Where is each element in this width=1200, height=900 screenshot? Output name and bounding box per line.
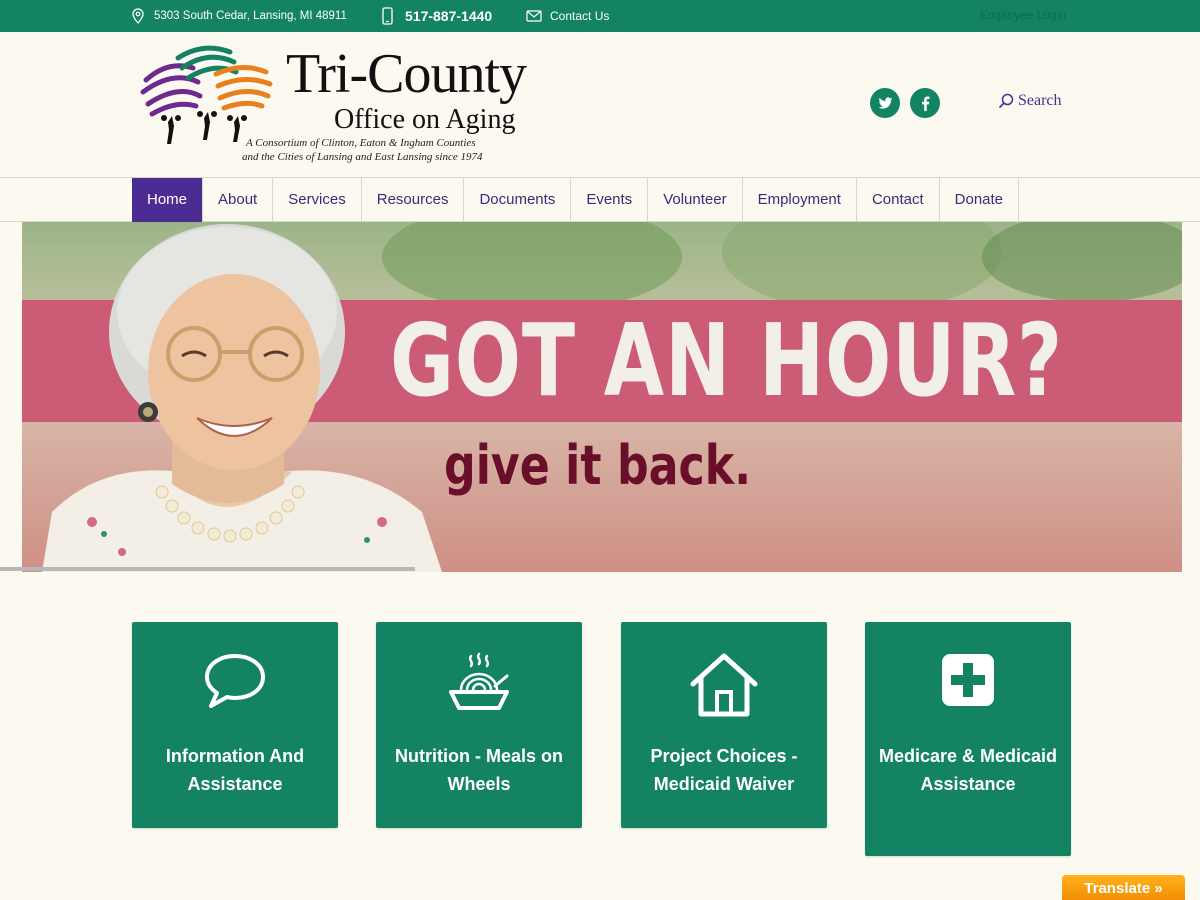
- nav-item-events[interactable]: Events: [571, 178, 649, 222]
- map-pin-icon: [132, 8, 144, 24]
- main-nav: Home About Services Resources Documents …: [0, 177, 1200, 222]
- house-icon: [690, 653, 758, 717]
- employee-login-link[interactable]: Employee Login: [980, 0, 1066, 32]
- twitter-button[interactable]: [870, 88, 900, 118]
- mobile-phone-icon: [382, 7, 393, 25]
- twitter-icon: [878, 96, 892, 109]
- foliage-blur: [722, 222, 1002, 312]
- tagline-line-2: and the Cities of Lansing and East Lansi…: [242, 151, 483, 163]
- search-icon: [998, 93, 1014, 109]
- nav-item-donate[interactable]: Donate: [940, 178, 1020, 222]
- meal-bowl-icon: [449, 652, 509, 710]
- hero-banner[interactable]: GOT AN HOUR? give it back.: [22, 222, 1182, 572]
- card-nutrition-meals[interactable]: Nutrition - Meals on Wheels: [376, 622, 582, 828]
- card-label[interactable]: Information And Assistance: [140, 742, 330, 798]
- contact-label[interactable]: Contact Us: [550, 9, 609, 23]
- site-header: Tri-County Office on Aging A Consortium …: [0, 32, 1200, 177]
- brand-subtitle[interactable]: Office on Aging: [334, 104, 515, 136]
- card-label[interactable]: Project Choices - Medicaid Waiver: [629, 742, 819, 798]
- brand-title[interactable]: Tri-County: [286, 44, 527, 104]
- card-medicare-medicaid[interactable]: Medicare & Medicaid Assistance: [865, 622, 1071, 856]
- address-item: 5303 South Cedar, Lansing, MI 48911: [132, 0, 347, 32]
- card-information-assistance[interactable]: Information And Assistance: [132, 622, 338, 828]
- tagline-line-1: A Consortium of Clinton, Eaton & Ingham …: [246, 137, 476, 149]
- hero-subheadline: give it back.: [444, 434, 752, 497]
- slider-progress-bar: [0, 567, 415, 571]
- envelope-icon: [526, 10, 542, 22]
- card-label[interactable]: Nutrition - Meals on Wheels: [384, 742, 574, 798]
- top-bar: 5303 South Cedar, Lansing, MI 48911 517-…: [0, 0, 1200, 32]
- contact-link[interactable]: Contact Us: [526, 0, 609, 32]
- foliage-blur: [982, 222, 1182, 302]
- phone-item[interactable]: 517-887-1440: [382, 0, 492, 32]
- facebook-icon: [921, 95, 929, 111]
- nav-item-resources[interactable]: Resources: [362, 178, 465, 222]
- nav-item-about[interactable]: About: [203, 178, 274, 222]
- card-label[interactable]: Medicare & Medicaid Assistance: [873, 742, 1063, 798]
- nav-item-home[interactable]: Home: [132, 178, 204, 222]
- nav-item-services[interactable]: Services: [273, 178, 362, 222]
- nav-item-employment[interactable]: Employment: [743, 178, 857, 222]
- phone-number[interactable]: 517-887-1440: [405, 8, 492, 24]
- speech-bubble-icon: [205, 654, 265, 708]
- nav-item-contact[interactable]: Contact: [857, 178, 940, 222]
- hero-headline: GOT AN HOUR?: [390, 302, 1064, 419]
- search-label[interactable]: Search: [1018, 92, 1062, 110]
- facebook-button[interactable]: [910, 88, 940, 118]
- card-project-choices[interactable]: Project Choices - Medicaid Waiver: [621, 622, 827, 828]
- search-button[interactable]: Search: [998, 92, 1062, 110]
- medical-plus-icon: [942, 654, 994, 706]
- tree-logo-icon[interactable]: [138, 40, 278, 150]
- nav-item-volunteer[interactable]: Volunteer: [648, 178, 743, 222]
- address-text: 5303 South Cedar, Lansing, MI 48911: [154, 10, 347, 22]
- nav-item-documents[interactable]: Documents: [464, 178, 572, 222]
- translate-button[interactable]: Translate »: [1062, 875, 1185, 900]
